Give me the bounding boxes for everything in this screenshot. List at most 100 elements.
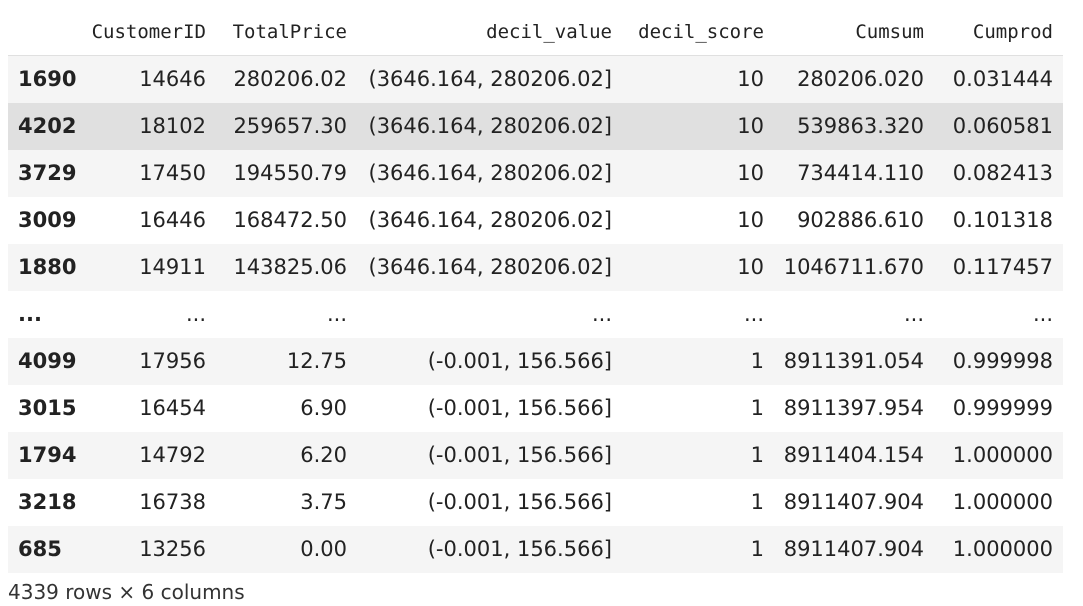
table-header: CustomerID TotalPrice decil_value decil_… xyxy=(8,8,1063,56)
cell-cumsum: 8911407.904 xyxy=(783,490,924,514)
cell-cumprod: 0.060581 xyxy=(952,114,1053,138)
cell-decil-score: 10 xyxy=(737,161,764,185)
table-body: 1690 14646 280206.02 (3646.164, 280206.0… xyxy=(8,55,1063,573)
cell-decil-score: 1 xyxy=(750,396,764,420)
dataframe-shape-summary: 4339 rows × 6 columns xyxy=(8,580,245,604)
cell-totalprice: 168472.50 xyxy=(233,208,347,232)
cell-customerid: 14646 xyxy=(139,67,206,92)
cell-customerid: 14792 xyxy=(139,443,206,467)
cell-cumsum: 8911391.054 xyxy=(783,349,924,373)
table-row-ellipsis: ... ... ... ... ... ... ... xyxy=(8,290,1063,338)
cell-totalprice: 3.75 xyxy=(300,490,347,514)
cell-cumprod: 0.082413 xyxy=(952,161,1053,185)
row-index: 3218 xyxy=(18,490,77,514)
cell-totalprice: 6.90 xyxy=(300,396,347,420)
dataframe-table: CustomerID TotalPrice decil_value decil_… xyxy=(8,8,1063,573)
cell-decil-value: (-0.001, 156.566] xyxy=(427,443,612,467)
table-row: 1794 14792 6.20 (-0.001, 156.566] 1 8911… xyxy=(8,431,1063,479)
row-index: 1880 xyxy=(18,255,77,279)
table-row-hovered: 4202 18102 259657.30 (3646.164, 280206.0… xyxy=(8,102,1063,150)
cell-customerid: 16446 xyxy=(139,208,206,232)
row-index: 1794 xyxy=(18,443,77,467)
cell-cumsum: 902886.610 xyxy=(797,208,924,232)
table-row: 685 13256 0.00 (-0.001, 156.566] 1 89114… xyxy=(8,525,1063,573)
row-index: 4202 xyxy=(18,114,77,138)
cell-decil-score: ... xyxy=(743,302,764,326)
cell-decil-value: ... xyxy=(591,302,612,326)
cell-cumsum: ... xyxy=(903,302,924,326)
cell-decil-value: (-0.001, 156.566] xyxy=(427,490,612,514)
cell-decil-value: (-0.001, 156.566] xyxy=(427,349,612,373)
cell-totalprice: 0.00 xyxy=(300,537,347,561)
index-header xyxy=(8,8,86,56)
cell-totalprice: 143825.06 xyxy=(233,255,347,279)
table-row: 1690 14646 280206.02 (3646.164, 280206.0… xyxy=(8,55,1063,103)
cell-decil-score: 1 xyxy=(750,349,764,373)
table-row: 1880 14911 143825.06 (3646.164, 280206.0… xyxy=(8,243,1063,291)
row-index: 3009 xyxy=(18,208,77,232)
cell-decil-score: 1 xyxy=(750,490,764,514)
row-index: ... xyxy=(18,302,42,326)
row-index: 1690 xyxy=(18,67,77,92)
table-row: 3218 16738 3.75 (-0.001, 156.566] 1 8911… xyxy=(8,479,1063,526)
cell-cumsum: 8911407.904 xyxy=(783,537,924,561)
cell-customerid: 17450 xyxy=(139,161,206,185)
column-header-decil-score: decil_score xyxy=(622,8,774,56)
cell-decil-score: 10 xyxy=(737,67,764,92)
cell-cumsum: 280206.020 xyxy=(797,67,924,92)
column-header-cumsum: Cumsum xyxy=(774,8,934,56)
cell-cumprod: 0.101318 xyxy=(952,208,1053,232)
cell-cumprod: 1.000000 xyxy=(952,443,1053,467)
cell-decil-score: 1 xyxy=(750,537,764,561)
cell-cumprod: 0.999998 xyxy=(952,349,1053,373)
cell-decil-score: 10 xyxy=(737,114,764,138)
cell-customerid: ... xyxy=(185,302,206,326)
column-header-decil-value: decil_value xyxy=(357,8,622,56)
cell-customerid: 13256 xyxy=(139,537,206,561)
table-row: 4099 17956 12.75 (-0.001, 156.566] 1 891… xyxy=(8,337,1063,385)
cell-cumsum: 539863.320 xyxy=(797,114,924,138)
cell-cumprod: 0.117457 xyxy=(952,255,1053,279)
cell-cumprod: 1.000000 xyxy=(952,537,1053,561)
column-header-cumprod: Cumprod xyxy=(934,8,1063,56)
cell-decil-value: (3646.164, 280206.02] xyxy=(368,255,613,279)
cell-totalprice: 259657.30 xyxy=(233,114,347,138)
cell-cumprod: ... xyxy=(1032,302,1053,326)
cell-cumprod: 1.000000 xyxy=(952,490,1053,514)
cell-decil-value: (3646.164, 280206.02] xyxy=(368,67,613,92)
row-index: 3015 xyxy=(18,396,77,420)
cell-totalprice: 194550.79 xyxy=(233,161,347,185)
cell-customerid: 17956 xyxy=(139,349,206,373)
dataframe-output: CustomerID TotalPrice decil_value decil_… xyxy=(0,0,1083,606)
cell-customerid: 18102 xyxy=(139,114,206,138)
cell-totalprice: 280206.02 xyxy=(233,67,347,92)
header-row: CustomerID TotalPrice decil_value decil_… xyxy=(8,8,1063,56)
cell-cumprod: 0.999999 xyxy=(952,396,1053,420)
table-row: 3009 16446 168472.50 (3646.164, 280206.0… xyxy=(8,197,1063,244)
cell-decil-score: 1 xyxy=(750,443,764,467)
cell-customerid: 16738 xyxy=(139,490,206,514)
cell-cumprod: 0.031444 xyxy=(952,67,1053,92)
table-row: 3015 16454 6.90 (-0.001, 156.566] 1 8911… xyxy=(8,385,1063,432)
cell-decil-value: (3646.164, 280206.02] xyxy=(368,161,613,185)
table-row: 3729 17450 194550.79 (3646.164, 280206.0… xyxy=(8,149,1063,197)
column-header-customerid: CustomerID xyxy=(86,8,216,56)
cell-cumsum: 734414.110 xyxy=(797,161,924,185)
cell-decil-score: 10 xyxy=(737,255,764,279)
cell-cumsum: 8911397.954 xyxy=(783,396,924,420)
cell-customerid: 14911 xyxy=(139,255,206,279)
cell-totalprice: 12.75 xyxy=(286,349,347,373)
cell-decil-value: (3646.164, 280206.02] xyxy=(368,114,613,138)
column-header-totalprice: TotalPrice xyxy=(216,8,357,56)
cell-decil-value: (-0.001, 156.566] xyxy=(427,537,612,561)
cell-customerid: 16454 xyxy=(139,396,206,420)
cell-decil-value: (-0.001, 156.566] xyxy=(427,396,612,420)
cell-totalprice: 6.20 xyxy=(300,443,347,467)
cell-cumsum: 8911404.154 xyxy=(783,443,924,467)
cell-decil-value: (3646.164, 280206.02] xyxy=(368,208,613,232)
row-index: 3729 xyxy=(18,161,77,185)
row-index: 4099 xyxy=(18,349,77,373)
row-index: 685 xyxy=(18,537,62,561)
cell-totalprice: ... xyxy=(326,302,347,326)
cell-decil-score: 10 xyxy=(737,208,764,232)
